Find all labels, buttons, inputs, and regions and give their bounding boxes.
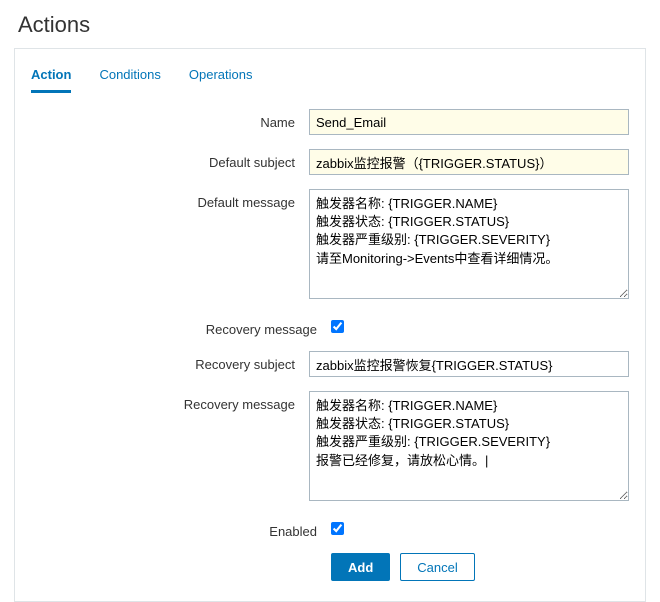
enabled-label: Enabled (31, 518, 331, 539)
recovery-message-textarea[interactable] (309, 391, 629, 501)
recovery-subject-input[interactable] (309, 351, 629, 377)
default-message-textarea[interactable] (309, 189, 629, 299)
default-subject-input[interactable] (309, 149, 629, 175)
cancel-button[interactable]: Cancel (400, 553, 474, 581)
default-message-label: Default message (31, 189, 309, 210)
page-title: Actions (0, 0, 660, 48)
recovery-message-checkbox[interactable] (331, 320, 344, 333)
recovery-message-cb-label: Recovery message (31, 316, 331, 337)
form-panel: Action Conditions Operations Name Defaul… (14, 48, 646, 602)
name-input[interactable] (309, 109, 629, 135)
recovery-message-label: Recovery message (31, 391, 309, 412)
tab-operations[interactable]: Operations (189, 63, 253, 93)
name-label: Name (31, 109, 309, 130)
enabled-checkbox[interactable] (331, 522, 344, 535)
recovery-subject-label: Recovery subject (31, 351, 309, 372)
tab-action[interactable]: Action (31, 63, 71, 93)
add-button[interactable]: Add (331, 553, 390, 581)
default-subject-label: Default subject (31, 149, 309, 170)
tabs: Action Conditions Operations (31, 63, 629, 93)
tab-conditions[interactable]: Conditions (99, 63, 160, 93)
